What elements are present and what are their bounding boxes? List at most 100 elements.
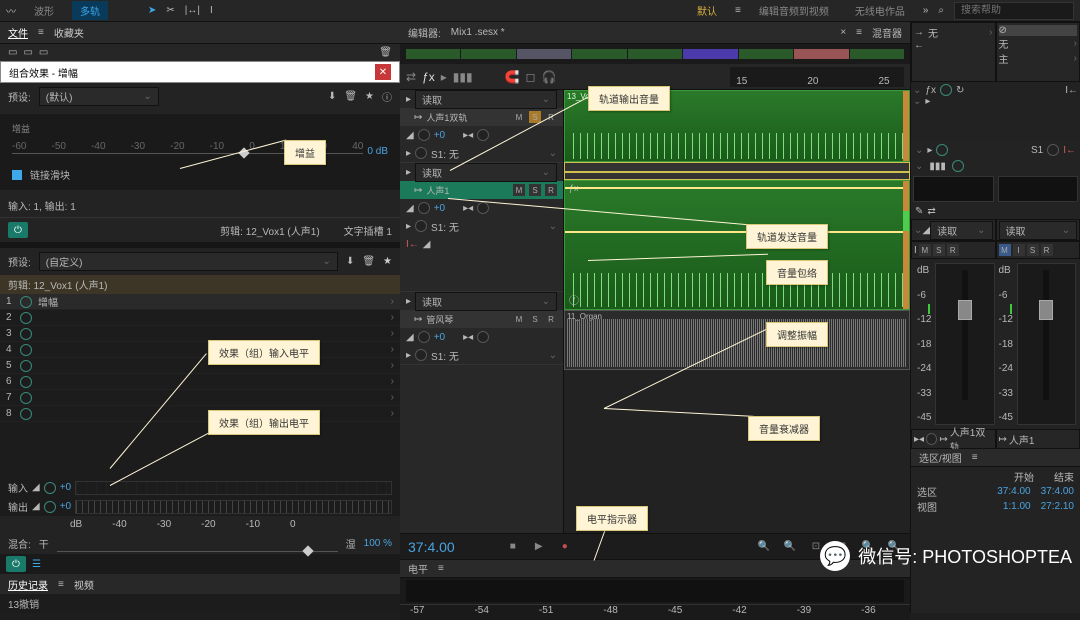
tab-favorites[interactable]: 收藏夹 (54, 25, 84, 40)
waveform-icon[interactable]: 〰 (6, 3, 16, 18)
tool-icon[interactable]: ◻ (526, 70, 536, 84)
menu-icon[interactable]: ≡ (38, 27, 44, 38)
output-value[interactable]: +0 (60, 501, 71, 512)
link-sliders-checkbox[interactable] (12, 170, 22, 180)
tab-video[interactable]: 视频 (74, 577, 94, 592)
close-button[interactable]: ✕ (375, 64, 391, 80)
gain-value[interactable]: 0 dB (367, 146, 388, 157)
save-preset-icon[interactable]: ⬇ (328, 91, 336, 102)
time-sel-icon[interactable]: I (210, 5, 213, 16)
mode-multitrack[interactable]: 多轨 (72, 1, 108, 20)
zoom-out-icon[interactable]: 🔍 (782, 539, 798, 555)
read-dropdown[interactable]: 读取 (415, 292, 557, 311)
more-icon[interactable]: » (923, 5, 929, 16)
workspace-radio[interactable]: 无线电作品 (847, 1, 913, 20)
preset2-dropdown[interactable]: (自定义) (39, 252, 338, 271)
slot-power-icon[interactable] (20, 344, 32, 356)
folder2-icon[interactable]: ▭ (39, 47, 48, 58)
snap-icon[interactable]: 🧲 (505, 70, 520, 84)
fader[interactable] (1043, 270, 1049, 400)
arrow-icon[interactable]: ▸ (406, 148, 411, 159)
gain-label: 增益 (12, 122, 388, 135)
slip-icon[interactable]: |↔| (185, 5, 200, 16)
headphone-icon[interactable]: 🎧 (542, 70, 557, 84)
workspace-default[interactable]: 默认 (689, 1, 725, 20)
slot-power-icon[interactable] (20, 408, 32, 420)
pan-knob[interactable] (477, 129, 489, 141)
swap-icon[interactable]: ⇄ (406, 70, 416, 84)
menu-icon[interactable]: ≡ (735, 5, 741, 16)
trash-icon[interactable]: 🗑 (379, 47, 392, 58)
list-icon[interactable]: ☰ (32, 559, 41, 570)
fx-icon[interactable]: ⓕ (569, 292, 579, 307)
stop-button[interactable]: ■ (505, 539, 521, 555)
output-power-icon[interactable] (44, 501, 56, 513)
mode-waveform[interactable]: 波形 (26, 1, 62, 20)
slot-power-icon[interactable] (20, 392, 32, 404)
search-icon[interactable]: ⌕ (938, 5, 944, 16)
link-sliders-label: 链接滑块 (30, 167, 70, 182)
search-input[interactable] (954, 2, 1074, 20)
mute-button[interactable]: M (513, 111, 525, 123)
slot-power-icon[interactable] (20, 296, 32, 308)
read-dropdown[interactable]: 读取 (930, 221, 992, 240)
info-icon[interactable]: ⓘ (382, 89, 392, 104)
pointer-icon[interactable]: ➤ (148, 5, 156, 16)
record-arm-icon[interactable]: I← (406, 239, 419, 250)
track-label: 人声1 (1009, 432, 1035, 447)
power-button[interactable]: ⏻ (8, 222, 28, 238)
star-icon[interactable]: ★ (365, 91, 374, 102)
audio-clip[interactable]: 11_Organ (564, 310, 910, 370)
selection-tab[interactable]: 选区/视图 (919, 450, 962, 465)
tab-history[interactable]: 历史记录 (8, 577, 48, 592)
vol-knob[interactable] (418, 129, 430, 141)
track-name[interactable]: 人声1双轨 (426, 111, 509, 124)
power-button[interactable]: ⏻ (6, 556, 26, 572)
no-input-icon[interactable]: ⊘ (999, 25, 1007, 36)
arrow-icon[interactable]: ▸ (406, 94, 411, 105)
slot-power-icon[interactable] (20, 360, 32, 372)
close-icon[interactable]: × (840, 27, 846, 38)
history-item[interactable]: 13撤销 (8, 596, 39, 611)
input-power-icon[interactable] (44, 482, 56, 494)
workspace-audiovideo[interactable]: 编辑音频到视频 (751, 1, 837, 20)
fader[interactable] (962, 270, 968, 400)
effects-list: 1增幅› 2› 3› 4› 5› 6› 7› 8› (0, 294, 400, 478)
timecode[interactable]: 37:4.00 (408, 539, 455, 555)
slot-power-icon[interactable] (20, 328, 32, 340)
slot-power-icon[interactable] (20, 312, 32, 324)
zoom-in-icon[interactable]: 🔍 (756, 539, 772, 555)
record-button[interactable]: ● (557, 539, 573, 555)
level-tab[interactable]: 电平 (408, 561, 428, 576)
chevron-icon[interactable]: › (391, 296, 394, 307)
save-icon[interactable]: ⬇ (346, 256, 354, 267)
read-dropdown[interactable]: 读取 (415, 163, 557, 182)
star-icon[interactable]: ★ (383, 256, 392, 267)
eq-icon[interactable]: ▮▮▮ (929, 161, 946, 172)
tab-mixer[interactable]: 混音器 (872, 25, 902, 40)
preset-dropdown[interactable]: (默认) (39, 87, 159, 106)
send-icon[interactable]: ▸ (441, 70, 447, 84)
track-name[interactable]: 管风琴 (426, 313, 509, 326)
fx-power-icon[interactable] (940, 84, 952, 96)
mix-percent[interactable]: 100 % (364, 538, 392, 549)
swap-icon[interactable]: ⇄ (927, 206, 935, 217)
folder-icon[interactable]: ▭ (23, 47, 32, 58)
eq-icon[interactable]: ▮▮▮ (453, 70, 473, 84)
menu-icon[interactable]: ≡ (856, 27, 862, 38)
audio-clip[interactable]: ƒx ⓕ (564, 180, 910, 310)
tab-file[interactable]: 文件 (8, 25, 28, 40)
slot-power-icon[interactable] (20, 376, 32, 388)
input-value[interactable]: +0 (60, 482, 71, 493)
read-dropdown[interactable]: 读取 (415, 90, 557, 109)
track-name[interactable]: 人声1 (426, 184, 509, 197)
pen-icon[interactable]: ✎ (915, 206, 923, 217)
overview[interactable] (400, 44, 910, 64)
trash-icon[interactable]: 🗑 (362, 256, 375, 267)
delete-preset-icon[interactable]: 🗑 (344, 91, 357, 102)
play-button[interactable]: ▶ (531, 539, 547, 555)
new-file-icon[interactable]: ▭ (8, 47, 17, 58)
razor-icon[interactable]: ✂ (166, 5, 174, 16)
effect-slot-1[interactable]: 增幅 (38, 294, 58, 309)
fx-icon[interactable]: ƒx (422, 70, 435, 84)
